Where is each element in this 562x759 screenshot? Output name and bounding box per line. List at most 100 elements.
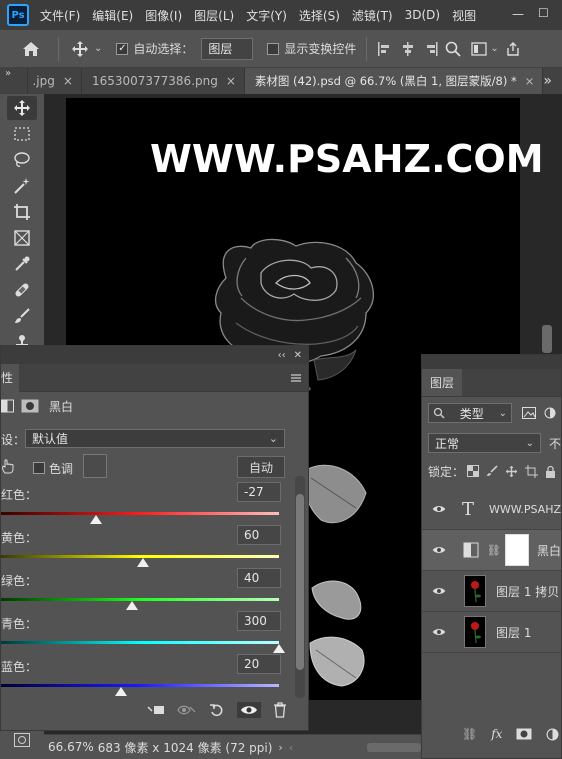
auto-select-checkbox[interactable]: ✓	[116, 42, 129, 55]
new-adjustment-icon[interactable]	[546, 728, 559, 741]
tab-active-document[interactable]: 素材图 (42).psd @ 66.7% (黑白 1, 图层蒙版/8) * ×	[244, 68, 544, 94]
slider-track[interactable]	[1, 598, 279, 601]
lasso-tool[interactable]	[7, 148, 37, 172]
lock-all-icon[interactable]	[545, 465, 556, 478]
slider-value-field[interactable]: -27	[237, 482, 281, 502]
chevron-down-icon[interactable]: ⌄	[94, 43, 102, 54]
slider-thumb[interactable]	[89, 515, 102, 524]
panel-menu-icon[interactable]	[290, 373, 302, 383]
menu-filter[interactable]: 滤镜(T)	[352, 7, 393, 24]
photoshop-logo[interactable]: Ps	[7, 4, 29, 26]
marquee-tool[interactable]	[7, 122, 37, 146]
view-previous-icon[interactable]	[177, 703, 197, 717]
menu-file[interactable]: 文件(F)	[40, 7, 80, 24]
show-transform-checkbox[interactable]	[267, 42, 280, 55]
layer-row-base[interactable]: 图层 1	[422, 612, 561, 653]
layer-row-black-white[interactable]: ⛓ 黑白	[422, 530, 561, 571]
auto-select-dropdown[interactable]: 图层	[201, 37, 254, 60]
close-icon[interactable]: ✕	[294, 350, 302, 361]
menu-view[interactable]: 视图	[452, 7, 476, 24]
menu-3d[interactable]: 3D(D)	[405, 8, 440, 22]
slider-value-field[interactable]: 300	[237, 611, 281, 631]
collapse-icon[interactable]: ‹‹	[278, 350, 286, 361]
scrollbar-thumb[interactable]	[296, 494, 304, 670]
eyedropper-tool[interactable]	[7, 252, 37, 276]
slider-track[interactable]	[1, 684, 279, 687]
properties-scrollbar[interactable]	[295, 476, 305, 698]
link-icon[interactable]: ⛓	[487, 544, 501, 557]
slider-thumb[interactable]	[125, 601, 138, 610]
zoom-level[interactable]: 66.67%	[48, 740, 94, 754]
adjustment-icon[interactable]	[1, 399, 15, 413]
slider-thumb[interactable]	[136, 558, 149, 567]
slider-value-field[interactable]: 20	[237, 654, 281, 674]
brush-tool[interactable]	[7, 304, 37, 328]
chevron-down-icon[interactable]: ⌄	[490, 43, 498, 54]
lock-transparent-icon[interactable]	[467, 465, 480, 477]
quick-mask-icon[interactable]	[14, 733, 30, 747]
mask-icon[interactable]	[21, 399, 39, 413]
magic-wand-tool[interactable]	[7, 174, 37, 198]
layer-row-text[interactable]: T WWW.PSAHZ	[422, 489, 561, 530]
tab-properties[interactable]: 性	[1, 363, 20, 392]
move-tool-icon[interactable]	[71, 40, 89, 58]
lock-artboard-icon[interactable]	[525, 464, 539, 478]
canvas-scrollbar[interactable]	[542, 325, 552, 353]
layer-row-copy[interactable]: 图层 1 拷贝	[422, 571, 561, 612]
blend-mode-dropdown[interactable]: 正常 ⌄	[428, 433, 541, 453]
menu-type[interactable]: 文字(Y)	[246, 7, 287, 24]
trash-icon[interactable]	[273, 702, 287, 718]
close-icon[interactable]: ×	[525, 74, 535, 88]
layer-mask-thumbnail[interactable]	[504, 534, 529, 566]
move-tool[interactable]	[7, 96, 37, 120]
visibility-eye-icon[interactable]	[432, 586, 448, 596]
slider-track[interactable]	[1, 512, 279, 515]
tint-checkbox[interactable]	[33, 462, 45, 474]
visibility-eye-icon[interactable]	[432, 504, 446, 514]
align-left-icon[interactable]	[377, 41, 391, 57]
frame-tool[interactable]	[7, 226, 37, 250]
menu-select[interactable]: 选择(S)	[299, 7, 340, 24]
close-icon[interactable]: ×	[63, 74, 73, 88]
menu-edit[interactable]: 编辑(E)	[92, 7, 133, 24]
maximize-button[interactable]: ☐	[538, 6, 549, 20]
slider-thumb[interactable]	[114, 687, 127, 696]
tab-jpg[interactable]: .jpg ×	[28, 68, 82, 94]
adjustment-filter-icon[interactable]	[544, 407, 556, 419]
visibility-eye-icon[interactable]	[432, 545, 447, 555]
tab-overflow-icon[interactable]: »	[0, 68, 29, 94]
menu-layer[interactable]: 图层(L)	[194, 7, 234, 24]
fx-icon[interactable]: fx	[491, 727, 502, 741]
chevron-left-icon[interactable]: ‹	[289, 741, 293, 754]
search-icon[interactable]	[445, 41, 462, 57]
align-center-icon[interactable]	[401, 41, 415, 57]
close-icon[interactable]: ×	[226, 74, 236, 88]
auto-button[interactable]: 自动	[237, 456, 285, 478]
crop-tool[interactable]	[7, 200, 37, 224]
lock-pixels-brush-icon[interactable]	[486, 465, 498, 477]
visibility-eye-icon[interactable]	[432, 627, 448, 637]
tab-more-icon[interactable]: »	[543, 68, 562, 94]
slider-thumb[interactable]	[273, 644, 285, 653]
preset-dropdown[interactable]: 默认值 ⌄	[25, 429, 285, 448]
visibility-eye-icon[interactable]	[237, 702, 261, 718]
chevron-right-icon[interactable]: ›	[278, 741, 282, 754]
targeted-adjust-hand-icon[interactable]	[1, 458, 15, 474]
workspace-icon[interactable]	[471, 41, 488, 56]
image-filter-icon[interactable]	[522, 407, 536, 419]
add-mask-icon[interactable]	[516, 728, 532, 740]
share-icon[interactable]	[505, 41, 521, 57]
align-right-icon[interactable]	[425, 41, 439, 57]
home-icon[interactable]	[22, 41, 40, 57]
slider-track[interactable]	[1, 641, 279, 644]
reset-icon[interactable]	[209, 702, 225, 718]
horizontal-scrollbar[interactable]	[367, 742, 421, 752]
healing-brush-tool[interactable]	[7, 278, 37, 302]
clip-to-layer-icon[interactable]	[147, 703, 165, 717]
link-layers-icon[interactable]: ⛓	[462, 727, 477, 741]
slider-value-field[interactable]: 40	[237, 568, 281, 588]
lock-position-icon[interactable]	[505, 465, 518, 478]
layer-kind-filter[interactable]: 类型 ⌄	[428, 403, 512, 423]
menu-image[interactable]: 图像(I)	[145, 7, 182, 24]
slider-value-field[interactable]: 60	[237, 525, 281, 545]
